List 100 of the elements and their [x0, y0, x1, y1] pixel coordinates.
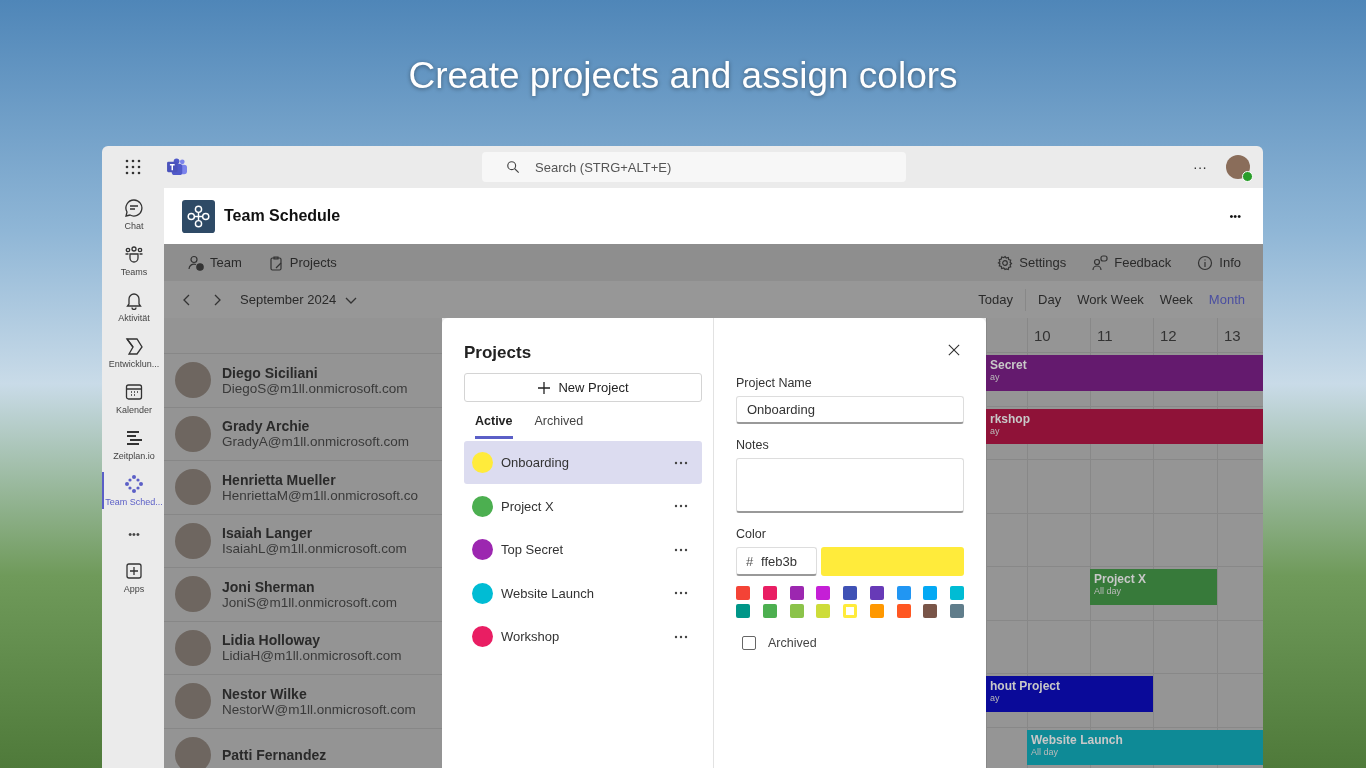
search-field[interactable]: Search (STRG+ALT+E) [482, 152, 906, 182]
color-swatch[interactable] [789, 586, 804, 600]
more-icon[interactable] [674, 504, 688, 508]
tab[interactable]: Archived [534, 414, 584, 439]
settings-icon [997, 254, 1014, 271]
toolbar-button[interactable]: Projects [267, 254, 337, 271]
color-swatch[interactable] [762, 586, 777, 600]
toolbar-button[interactable]: Feedback [1092, 254, 1172, 271]
new-project-button[interactable]: New Project [464, 373, 702, 402]
project-item[interactable]: Onboarding [464, 441, 702, 484]
calendar-cell [1217, 620, 1263, 674]
clipboard-icon [267, 254, 284, 271]
project-name-field[interactable]: Onboarding [736, 396, 964, 424]
color-swatch[interactable] [923, 586, 938, 600]
calendar-cell [1217, 460, 1263, 514]
more-button[interactable]: ··· [1193, 159, 1207, 175]
more-icon[interactable] [674, 634, 688, 639]
rail-item[interactable]: ••• [102, 518, 164, 550]
compass-icon [124, 474, 144, 494]
field-label: Project Name [736, 376, 813, 390]
calendar-icon [124, 382, 144, 402]
color-swatch[interactable] [789, 604, 804, 618]
people-icon [124, 244, 144, 264]
bell-icon [124, 290, 144, 310]
calendar-event[interactable]: rkshop ay [986, 408, 1263, 444]
day-number: 11 [1090, 318, 1153, 353]
color-swatch[interactable] [736, 604, 750, 618]
rail-item[interactable]: Entwicklun... [102, 334, 164, 371]
color-swatch[interactable] [816, 586, 831, 600]
lines-icon [124, 428, 144, 448]
calendar-cell [986, 513, 1027, 567]
more-icon[interactable] [674, 460, 688, 465]
color-swatch[interactable] [736, 586, 750, 600]
calendar-event[interactable]: hout Project ay [986, 676, 1153, 712]
person-email: NestorW@m1ll.onmicrosoft.com [222, 701, 416, 717]
info-icon [1197, 254, 1214, 271]
view-tab[interactable]: Work Week [1077, 292, 1144, 307]
avatar [175, 469, 211, 506]
color-swatch[interactable] [869, 586, 884, 600]
feedback-icon [1092, 254, 1109, 271]
rail-item[interactable]: Chat [102, 196, 164, 233]
rail-item[interactable]: Teams [102, 242, 164, 279]
project-item[interactable]: Project X [464, 484, 702, 528]
teams-logo-icon[interactable] [167, 157, 188, 177]
project-name: Top Secret [501, 542, 565, 557]
color-swatch[interactable] [869, 604, 884, 618]
search-icon [506, 160, 520, 174]
color-swatch[interactable] [923, 604, 938, 618]
plus-icon [124, 561, 144, 581]
calendar-cell [986, 567, 1027, 621]
person-add-icon [188, 254, 204, 271]
today-button[interactable]: Today [978, 292, 1014, 307]
avatar [175, 415, 211, 452]
app-grid-icon[interactable] [125, 159, 141, 175]
calendar-event[interactable]: Secret ay [986, 355, 1263, 391]
more-icon[interactable] [674, 591, 688, 595]
person-email: DiegoS@m1ll.onmicrosoft.com [222, 380, 408, 396]
person-email: HenriettaM@m1ll.onmicrosoft.co [222, 487, 418, 503]
more-button[interactable]: ••• [1229, 210, 1241, 222]
toolbar-button[interactable]: Team [188, 254, 242, 271]
color-swatch[interactable] [843, 604, 857, 618]
rail-item[interactable]: Aktivität [102, 288, 164, 325]
archived-checkbox[interactable] [742, 636, 756, 650]
rail-item[interactable]: Apps [102, 559, 164, 596]
color-swatch[interactable] [896, 604, 911, 618]
person-name: Diego Siciliani [222, 364, 319, 381]
rail-item[interactable]: Zeitplan.io [102, 426, 164, 463]
project-name: Website Launch [501, 585, 595, 601]
status-icon [1242, 171, 1253, 182]
calendar-cell [1217, 513, 1263, 567]
view-tab[interactable]: Week [1159, 292, 1193, 307]
avatar [175, 576, 211, 613]
person-name: Joni Sherman [222, 578, 316, 595]
person-name: Grady Archie [222, 418, 311, 435]
person-name: Isaiah Langer [222, 525, 314, 542]
toolbar-button[interactable]: Settings [997, 254, 1067, 271]
chat-icon [124, 198, 144, 218]
toolbar-button[interactable]: Info [1197, 254, 1241, 271]
close-icon[interactable] [948, 344, 960, 356]
project-item[interactable]: Workshop [464, 615, 702, 658]
more-icon[interactable] [674, 547, 688, 552]
month-picker[interactable]: September 2024 [240, 292, 337, 307]
person-email: IsaiahL@m1ll.onmicrosoft.com [222, 541, 407, 557]
color-swatch[interactable] [762, 604, 777, 618]
project-item[interactable]: Website Launch [464, 571, 702, 615]
project-item[interactable]: Top Secret [464, 528, 702, 571]
color-swatch[interactable] [950, 586, 964, 600]
user-avatar[interactable] [1226, 155, 1250, 179]
color-swatch[interactable] [843, 586, 857, 600]
notes-field[interactable] [736, 458, 964, 513]
calendar-cell [986, 460, 1027, 514]
field-label: Color [736, 527, 767, 541]
avatar [175, 683, 211, 720]
view-tab[interactable]: Day [1038, 292, 1062, 307]
color-swatch[interactable] [896, 586, 911, 600]
rail-item[interactable]: Kalender [102, 380, 164, 417]
color-swatch[interactable] [816, 604, 831, 618]
checkbox-label: Archived [768, 636, 817, 650]
color-swatch[interactable] [950, 604, 964, 618]
person-email: JoniS@m1ll.onmicrosoft.com [222, 594, 397, 610]
